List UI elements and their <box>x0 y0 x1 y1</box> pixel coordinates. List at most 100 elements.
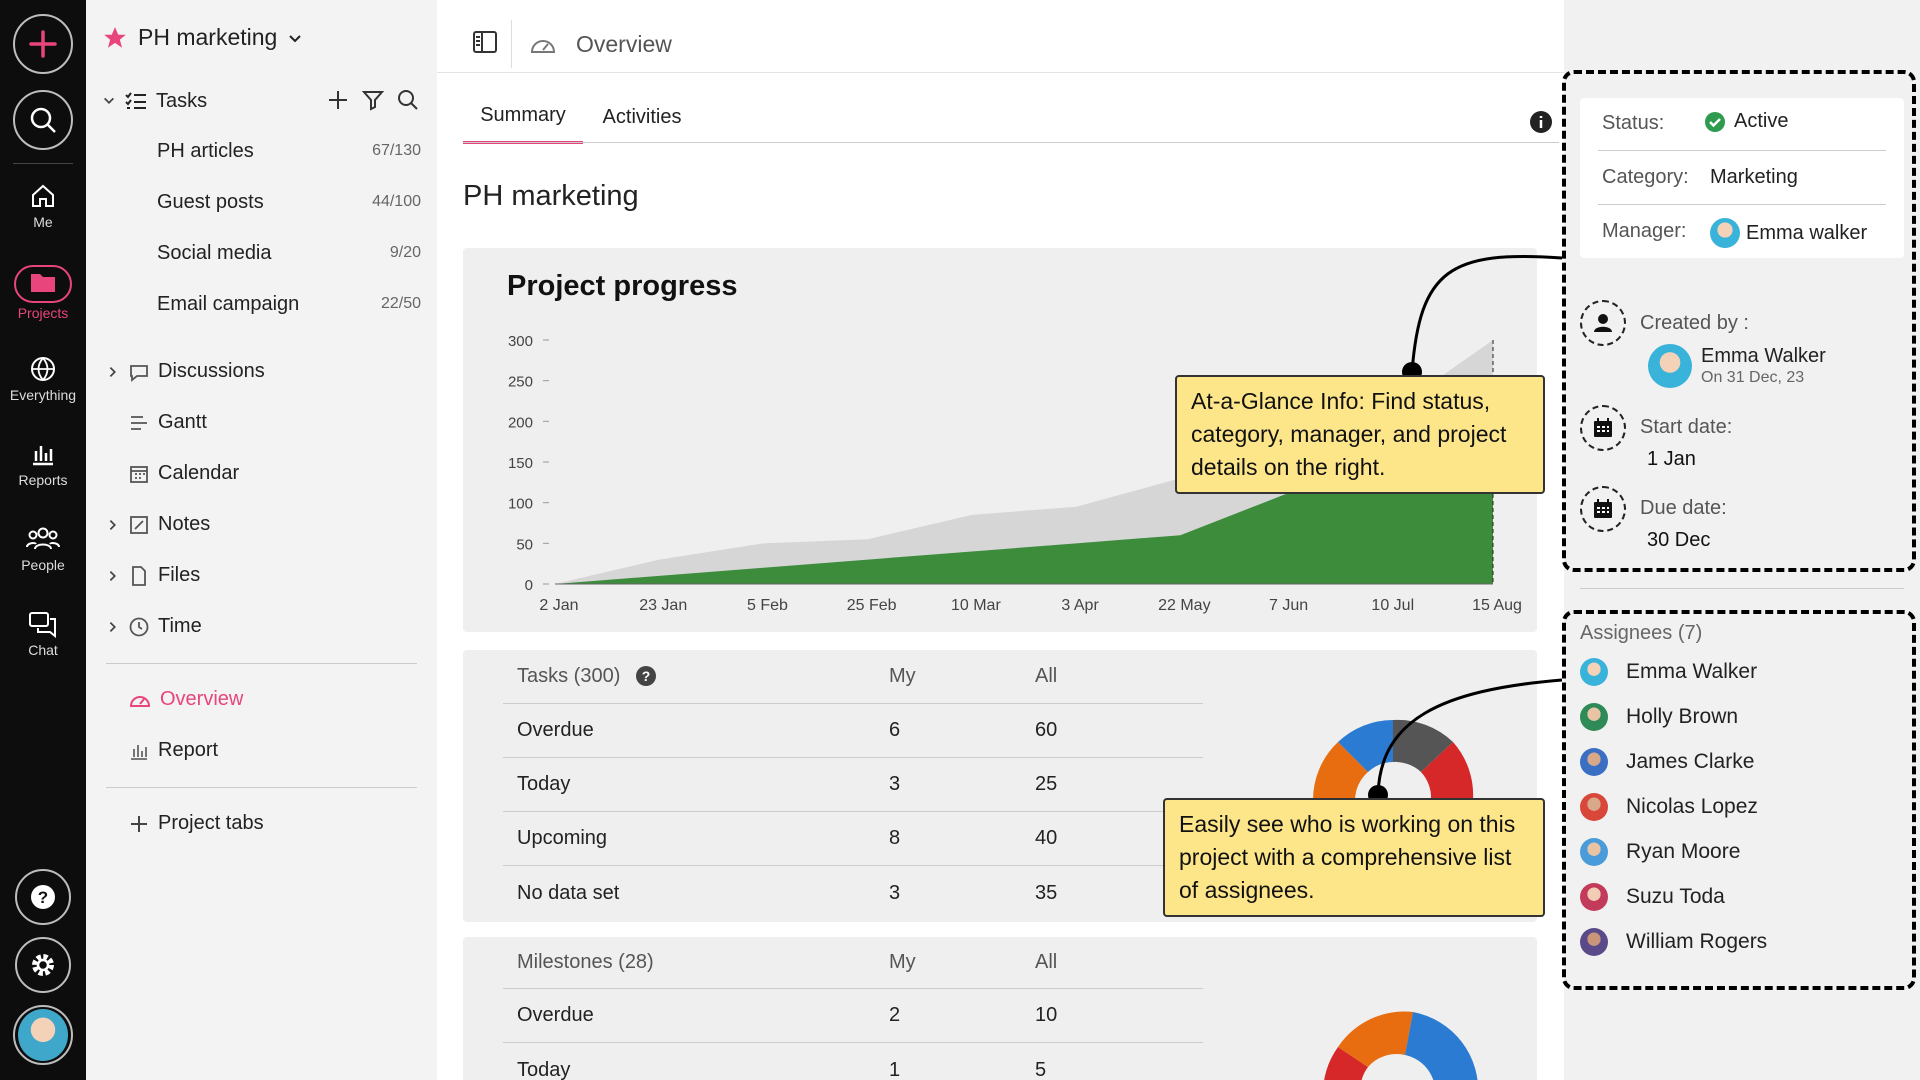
table-row[interactable]: Today 3 25 <box>503 758 1203 812</box>
col-all: All <box>1035 665 1058 687</box>
add-task-icon[interactable] <box>326 88 350 112</box>
milestones-table-header: Milestones (28) My All <box>503 937 1203 989</box>
rail-chat[interactable]: Chat <box>0 610 86 658</box>
rail-label-me: Me <box>33 214 53 230</box>
col-my: My <box>889 951 916 973</box>
bar-chart-icon <box>131 744 147 760</box>
help-icon: ? <box>31 885 55 909</box>
filter-icon[interactable] <box>361 88 385 112</box>
file-icon <box>132 565 146 586</box>
tasks-table-title: Tasks (300) <box>517 665 621 687</box>
tab-activities[interactable]: Activities <box>587 90 697 144</box>
project-switcher[interactable]: PH marketing <box>102 24 303 51</box>
y-tick-label: 0 <box>525 577 533 594</box>
tasks-section-header[interactable]: Tasks <box>102 88 207 114</box>
sidebar-item-report[interactable]: Report <box>128 739 218 762</box>
sidebar-item-overview[interactable]: Overview <box>128 688 243 711</box>
x-tick-label: 5 Feb <box>747 597 788 614</box>
col-all: All <box>1035 951 1058 973</box>
table-row[interactable]: Today 1 5 <box>503 1043 1203 1080</box>
task-list-item[interactable]: Email campaign <box>157 293 299 316</box>
details-highlight-box <box>1562 70 1916 572</box>
help-button[interactable]: ? <box>15 869 71 925</box>
x-tick-label: 3 Apr <box>1061 597 1099 614</box>
rail-label-everything: Everything <box>9 387 77 403</box>
sidebar-item-discussions[interactable]: Discussions <box>106 360 265 383</box>
row-all: 60 <box>1035 719 1058 741</box>
assignees-highlight-box <box>1562 610 1916 990</box>
divider <box>106 787 417 788</box>
toggle-sidebar-icon[interactable] <box>472 30 498 54</box>
search-icon[interactable] <box>396 88 420 112</box>
rail-projects[interactable]: Projects <box>0 265 86 321</box>
col-my: My <box>889 665 916 687</box>
task-list-item[interactable]: Social media <box>157 242 272 265</box>
chevron-right-icon <box>109 621 116 632</box>
settings-button[interactable] <box>15 937 71 993</box>
chevron-right-icon <box>109 570 116 581</box>
app-rail: Me Projects Everything Reports People Ch… <box>0 0 86 1080</box>
tab-label: Activities <box>602 105 682 128</box>
chevron-down-icon <box>289 34 302 42</box>
table-row[interactable]: Upcoming 8 40 <box>503 812 1203 866</box>
rail-people[interactable]: People <box>0 525 86 573</box>
sidebar-item-time[interactable]: Time <box>106 615 202 638</box>
gantt-icon <box>131 415 147 430</box>
sidebar-item-gantt[interactable]: Gantt <box>128 411 207 434</box>
x-tick-label: 15 Aug <box>1472 597 1522 614</box>
add-button[interactable] <box>13 14 73 74</box>
bar-chart-icon <box>33 446 53 466</box>
milestones-table-title: Milestones (28) <box>517 951 654 973</box>
row-label: Overdue <box>517 719 594 741</box>
user-avatar-button[interactable] <box>13 1005 73 1065</box>
row-my: 6 <box>889 719 901 741</box>
task-list-icon <box>125 92 146 109</box>
folder-icon <box>31 274 55 292</box>
donut-segment <box>1405 1012 1478 1080</box>
rail-reports[interactable]: Reports <box>0 440 86 488</box>
chat-icon <box>29 612 56 638</box>
svg-text:?: ? <box>38 888 48 907</box>
row-all: 40 <box>1035 827 1058 849</box>
sidebar-item-notes[interactable]: Notes <box>106 513 210 536</box>
info-icon[interactable] <box>1529 110 1553 134</box>
task-list-item[interactable]: Guest posts <box>157 191 264 214</box>
sidebar-item-label: Discussions <box>158 360 265 382</box>
x-tick-label: 22 May <box>1158 597 1210 614</box>
assignees-callout: Easily see who is working on this projec… <box>1163 798 1545 917</box>
rail-everything[interactable]: Everything <box>0 355 86 403</box>
row-my: 1 <box>889 1059 901 1080</box>
tab-summary[interactable]: Summary <box>463 90 583 144</box>
sidebar-item-calendar[interactable]: Calendar <box>128 462 239 485</box>
y-tick-label: 250 <box>508 374 533 391</box>
table-row[interactable]: Overdue 2 10 <box>503 989 1203 1043</box>
row-label: Today <box>517 1059 571 1080</box>
chevron-down-icon <box>104 97 114 104</box>
table-row[interactable]: Overdue 6 60 <box>503 704 1203 758</box>
milestones-donut-chart <box>1324 1011 1478 1080</box>
task-list-count: 67/130 <box>372 142 421 159</box>
x-tick-label: 10 Mar <box>951 597 1001 614</box>
help-icon[interactable]: ? <box>635 665 657 687</box>
y-tick-label: 200 <box>508 414 533 431</box>
sidebar-item-label: Notes <box>158 513 211 535</box>
tab-label: Summary <box>480 104 566 126</box>
task-list-count: 22/50 <box>380 295 421 312</box>
sidebar-item-files[interactable]: Files <box>106 564 200 587</box>
table-row[interactable]: No data set 3 35 <box>503 866 1203 920</box>
search-button[interactable] <box>13 90 73 150</box>
x-tick-label: 23 Jan <box>639 597 687 614</box>
x-tick-label: 7 Jun <box>1269 597 1308 614</box>
row-my: 2 <box>889 1004 901 1026</box>
rail-me[interactable]: Me <box>0 182 86 230</box>
add-project-tabs-button[interactable]: Project tabs <box>128 812 264 835</box>
task-list-name: Guest posts <box>157 191 264 213</box>
discussion-icon <box>130 364 148 382</box>
x-tick-label: 25 Feb <box>847 597 897 614</box>
row-label: Today <box>517 773 571 795</box>
task-list-item[interactable]: PH articles <box>157 140 254 163</box>
project-sidebar: PH marketing Tasks PH articles 67/130 Gu… <box>86 0 437 1080</box>
plus-icon <box>29 30 57 58</box>
row-all: 25 <box>1035 773 1058 795</box>
y-tick-label: 100 <box>508 496 533 513</box>
